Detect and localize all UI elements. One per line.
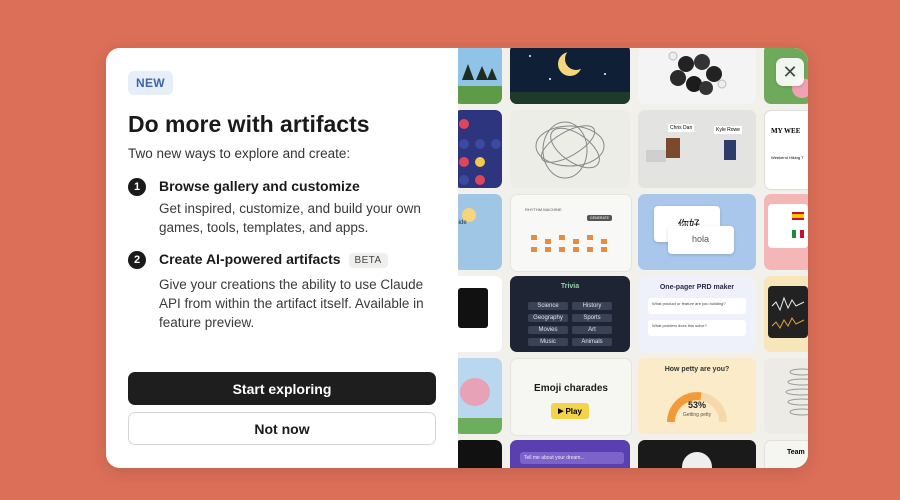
outside-label: tside	[458, 220, 467, 226]
trivia-category-geography: Geography	[528, 314, 568, 322]
artifact-gallery-preview: ✕ Chris Dan Kyle Rowe MY WEE Weekend Hik…	[458, 48, 808, 468]
step-number-1: 1	[128, 178, 146, 196]
gallery-tile-chat-room: Chris Dan Kyle Rowe	[638, 110, 756, 188]
week-title: MY WEE	[771, 127, 801, 135]
step-description-2: Give your creations the ability to use C…	[159, 277, 424, 330]
gallery-tile-prd-maker: One-pager PRD maker What product or feat…	[638, 276, 756, 352]
start-exploring-button[interactable]: Start exploring	[128, 372, 436, 405]
new-badge: NEW	[128, 71, 173, 95]
dream-input: Tell me about your dream...	[520, 452, 624, 464]
modal-title: Do more with artifacts	[128, 111, 370, 137]
trivia-category-history: History	[572, 302, 612, 310]
gallery-tile-line-graph	[764, 276, 808, 352]
gallery-tile-outside-weather: tside	[458, 194, 502, 270]
flashcard-back: hola	[692, 234, 710, 244]
petty-percent: 53%	[687, 400, 706, 410]
gallery-tile-pink-trees	[458, 358, 502, 434]
trivia-category-sports: Sports	[572, 314, 612, 322]
step-title-1: Browse gallery and customize	[159, 178, 360, 194]
gallery-tile-record	[638, 440, 756, 468]
trivia-category-animals: Animals	[572, 338, 612, 346]
gallery-tile-rhythm-machine: RHYTHM MACHINE GENERATE	[510, 194, 632, 272]
gallery-tile-flashcards: 你好 hola	[638, 194, 756, 270]
play-icon: ▶	[558, 408, 564, 415]
step-title-2-text: Create AI-powered artifacts	[159, 251, 341, 267]
chat-label-1: Chris Dan	[668, 124, 695, 132]
gallery-tile-landscape	[458, 48, 502, 104]
gallery-tile-dark-stars	[458, 440, 502, 468]
trivia-title: Trivia	[560, 283, 580, 290]
modal-subtitle: Two new ways to explore and create:	[128, 146, 351, 161]
gallery-tile-dark-screen	[458, 276, 502, 352]
beta-badge: BETA	[348, 253, 388, 268]
step-number-2: 2	[128, 251, 146, 269]
petty-label: Getting petty	[682, 412, 712, 418]
gallery-tile-knot	[510, 110, 630, 188]
step-title-2: Create AI-powered artifacts BETA	[159, 251, 388, 268]
gallery-tile-dream: Tell me about your dream...	[510, 440, 630, 468]
emoji-play-label: Play	[565, 406, 582, 416]
modal-content-panel: NEW Do more with artifacts Two new ways …	[106, 48, 458, 468]
gallery-tile-weekly-planner: MY WEE Weekend Hiking T	[764, 110, 808, 190]
artifacts-modal: NEW Do more with artifacts Two new ways …	[106, 48, 808, 468]
gallery-tile-team: Team	[764, 440, 808, 468]
trivia-category-music: Music	[528, 338, 568, 346]
gallery-tile-emoji-charades: Emoji charades ▶ Play	[510, 358, 632, 436]
gallery-tile-petty-meter: How petty are you? 53% Getting petty	[638, 358, 756, 434]
emoji-title: Emoji charades	[534, 383, 608, 394]
week-sub: Weekend Hiking T	[771, 155, 804, 160]
prd-question-2: What problem does this solve?	[652, 323, 707, 328]
step-description-1: Get inspired, customize, and build your …	[159, 201, 421, 235]
trivia-category-art: Art	[572, 326, 612, 334]
gallery-tile-spiral	[764, 358, 808, 434]
gallery-tile-molecule	[638, 48, 756, 104]
trivia-category-science: Science	[528, 302, 568, 310]
team-label: Team	[787, 449, 805, 456]
chat-label-2: Kyle Rowe	[714, 126, 742, 134]
trivia-category-movies: Movies	[528, 326, 568, 334]
close-button[interactable]: ✕	[776, 58, 804, 86]
gallery-tile-night-sky	[510, 48, 630, 104]
not-now-button[interactable]: Not now	[128, 412, 436, 445]
close-icon: ✕	[782, 61, 798, 82]
gallery-tile-connect-four	[458, 110, 502, 188]
gallery-tile-language-flags	[764, 194, 808, 270]
prd-title: One-pager PRD maker	[659, 284, 735, 291]
prd-question-1: What product or feature are you building…	[652, 301, 726, 306]
emoji-play-button: ▶ Play	[551, 403, 589, 419]
gallery-tile-trivia: Trivia Science History Geography Sports …	[510, 276, 630, 352]
